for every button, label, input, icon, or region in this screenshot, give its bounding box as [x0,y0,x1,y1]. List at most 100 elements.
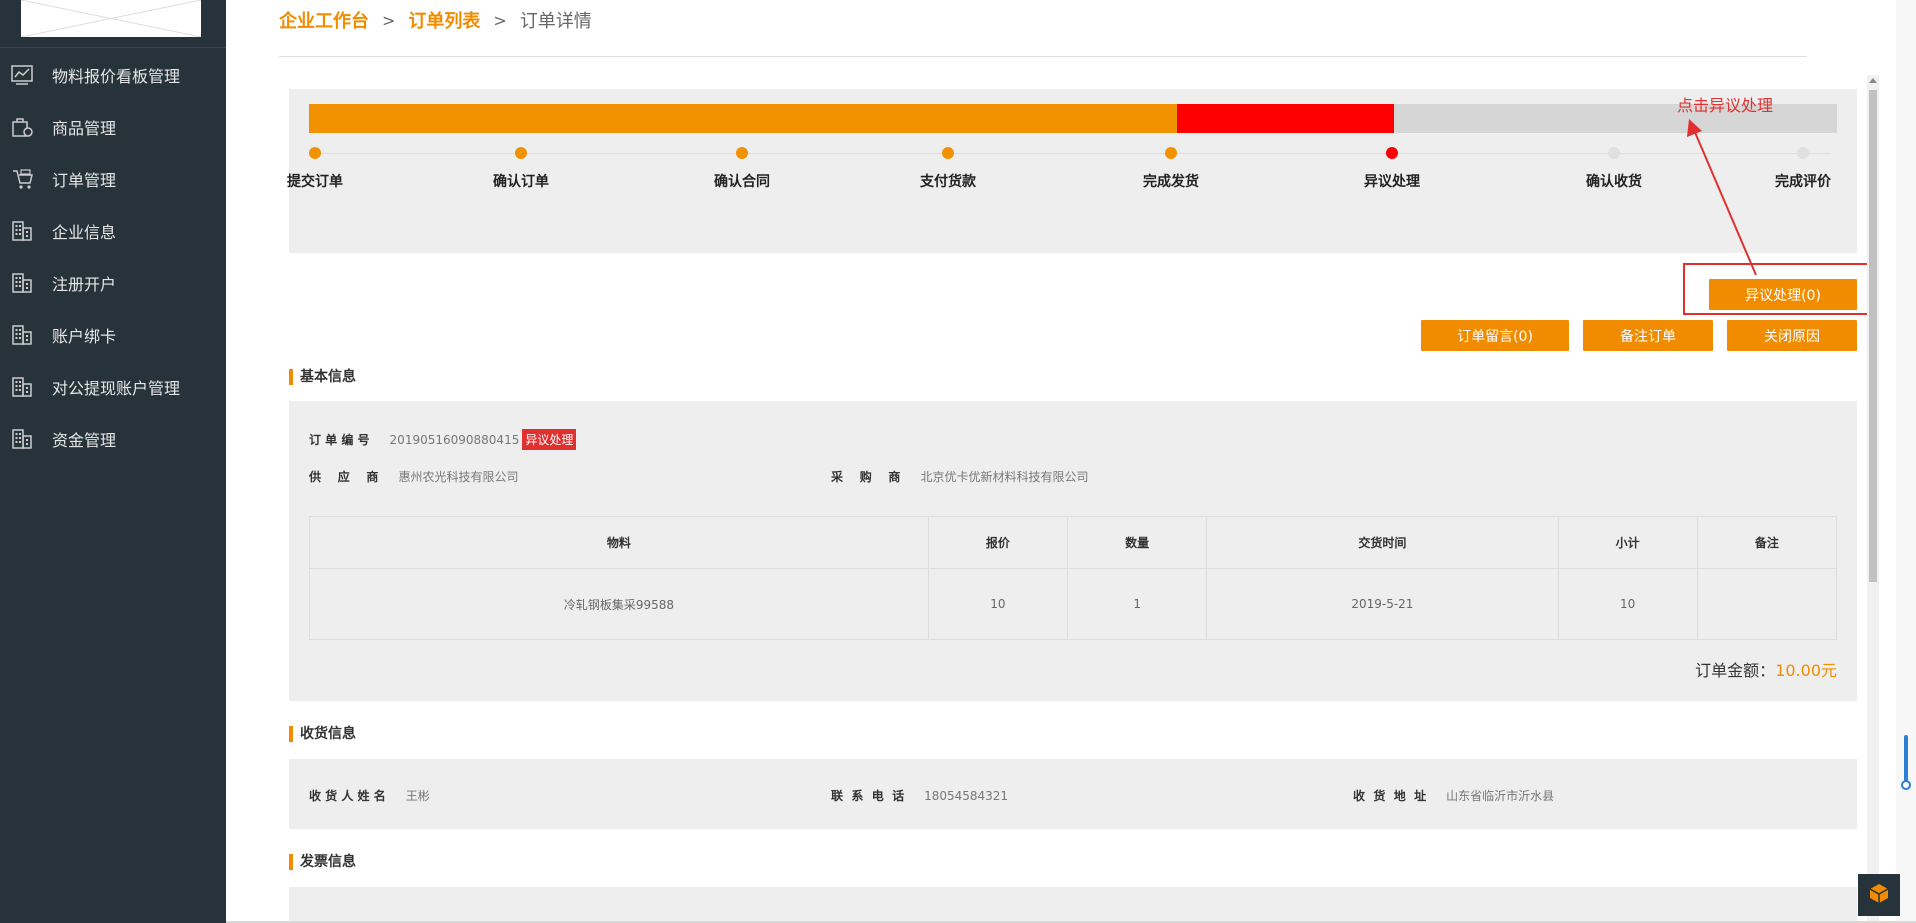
order-icon [11,168,33,190]
sidebar-item-label: 物料报价看板管理 [52,67,181,86]
breadcrumb-separator: > [493,10,507,30]
supplier-value: 惠州农光科技有限公司 [398,470,519,484]
buyer-value: 北京优卡优新材料科技有限公司 [920,470,1089,484]
supplier-label: 供 应 商 [309,470,379,484]
sidebar-item-bind-card[interactable]: 账户绑卡 [0,309,226,361]
phone-label: 联 系 电 话 [831,789,905,803]
basic-info-panel: 订 单 编 号 20190516090880415 异议处理 供 应 商 惠州农… [289,401,1857,701]
dispute-button[interactable]: 异议处理(0) [1709,279,1857,310]
step-dot [515,147,527,159]
order-number-label: 订 单 编 号 [309,433,370,447]
step-dispute: 异议处理 [1364,147,1420,191]
step-label: 支付货款 [920,174,976,190]
table-header-cell: 物料 [309,516,929,569]
breadcrumb-home-link[interactable]: 企业工作台 [279,7,369,33]
sidebar-item-label: 企业信息 [52,223,117,242]
step-dot [736,147,748,159]
sidebar-item-quote-board[interactable]: 物料报价看板管理 [0,49,226,101]
table-cell: 2019-5-21 [1206,568,1559,640]
annotation-text: 点击异议处理 [1677,96,1774,115]
order-total-label: 订单金额： [1695,661,1776,680]
building-icon [11,220,33,242]
table-cell: 冷轧钢板集采99588 [309,568,929,640]
order-number-value: 20190516090880415 [389,432,520,447]
step-dot [942,147,954,159]
sidebar-item-label: 订单管理 [52,171,117,190]
table-header-cell: 备注 [1696,516,1838,569]
table-header-row: 物料 报价 数量 交货时间 小计 备注 [309,516,1838,569]
table-cell: 10 [1557,568,1698,640]
step-label: 完成发货 [1143,174,1199,190]
building-icon [11,324,33,346]
sidebar-item-register-account[interactable]: 注册开户 [0,257,226,309]
sidebar: 物料报价看板管理 商品管理 订单管理 企业信息 注册开户 账户绑卡 对公提现账户… [0,0,226,923]
table-cell: 10 [927,568,1069,640]
buyer-row: 采 购 商 北京优卡优新材料科技有限公司 [831,468,1088,485]
vertical-scrollbar[interactable] [1867,75,1879,923]
sidebar-item-label: 商品管理 [52,119,117,138]
scroll-up-arrow-icon[interactable] [1869,78,1877,83]
sidebar-item-withdraw-account[interactable]: 对公提现账户管理 [0,361,226,413]
table-header-cell: 报价 [927,516,1069,569]
status-badge: 异议处理 [522,429,577,450]
sidebar-item-orders[interactable]: 订单管理 [0,153,226,205]
order-message-button[interactable]: 订单留言(0) [1421,320,1569,351]
section-title-invoice: 发票信息 [289,854,356,870]
sidebar-divider [0,47,226,48]
address-row: 收 货 地 址 山东省临沂市沂水县 [1353,787,1554,804]
receiver-name-label: 收 货 人 姓 名 [309,789,386,803]
sidebar-item-goods[interactable]: 商品管理 [0,101,226,153]
step-label: 确认收货 [1586,174,1642,190]
section-title-basic-info: 基本信息 [289,369,356,385]
address-label: 收 货 地 址 [1353,789,1427,803]
table-row: 冷轧钢板集采99588 10 1 2019-5-21 10 [309,568,1838,640]
step-confirm-contract: 确认合同 [714,147,770,191]
step-dot [1386,147,1398,159]
step-dot [1608,147,1620,159]
scrollbar-thumb[interactable] [1869,90,1877,582]
receiver-name-value: 王彬 [405,789,430,803]
sidebar-item-company-info[interactable]: 企业信息 [0,205,226,257]
step-confirm-order: 确认订单 [493,147,549,191]
sidebar-item-label: 对公提现账户管理 [52,379,181,398]
step-pay: 支付货款 [920,147,976,191]
header-divider [279,56,1807,57]
sidebar-item-funds[interactable]: 资金管理 [0,413,226,465]
section-title-shipping: 收货信息 [289,726,356,742]
progress-fill-completed [309,104,1177,133]
breadcrumb-current: 订单详情 [519,11,592,32]
sidebar-item-label: 账户绑卡 [52,327,117,346]
order-total-value: 10.00元 [1775,661,1837,680]
table-cell: 1 [1067,568,1208,640]
zoom-slider[interactable] [1904,735,1908,785]
step-submit-order: 提交订单 [287,147,343,191]
order-number-row: 订 单 编 号 20190516090880415 异议处理 [309,429,577,450]
building-icon [11,428,33,450]
step-label: 完成评价 [1775,174,1831,190]
step-shipped: 完成发货 [1143,147,1199,191]
zoom-slider-knob[interactable] [1901,780,1911,790]
close-reason-button[interactable]: 关闭原因 [1727,320,1857,351]
step-label: 异议处理 [1364,174,1420,190]
address-value: 山东省临沂市沂水县 [1446,789,1555,803]
phone-value: 18054584321 [924,788,1009,803]
building-icon [11,272,33,294]
breadcrumb-separator: > [382,10,396,30]
table-header-cell: 交货时间 [1206,516,1559,569]
order-total: 订单金额：10.00元 [1695,657,1837,681]
toolbox-button[interactable] [1858,874,1900,916]
buyer-label: 采 购 商 [831,470,901,484]
supplier-row: 供 应 商 惠州农光科技有限公司 [309,468,518,485]
logo-image [21,0,201,37]
shipping-panel: 收 货 人 姓 名 王彬 联 系 电 话 18054584321 收 货 地 址… [289,759,1857,829]
goods-icon [11,116,33,138]
phone-row: 联 系 电 话 18054584321 [831,787,1008,804]
breadcrumb-order-list-link[interactable]: 订单列表 [408,7,480,33]
remark-order-button[interactable]: 备注订单 [1583,320,1713,351]
table-header-cell: 数量 [1067,516,1208,569]
table-header-cell: 小计 [1557,516,1698,569]
order-progress-bar [309,104,1837,133]
invoice-panel [289,887,1857,923]
receiver-name-row: 收 货 人 姓 名 王彬 [309,787,430,804]
order-items-table: 物料 报价 数量 交货时间 小计 备注 冷轧钢板集采99588 10 1 201… [309,516,1838,640]
